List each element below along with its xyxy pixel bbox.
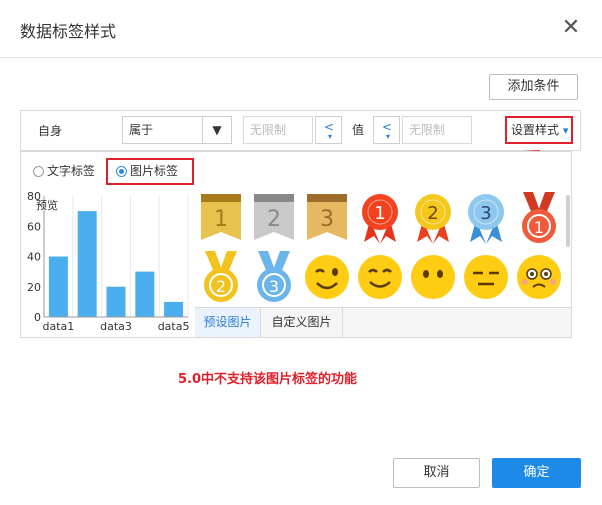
preview-chart: 020406080data1 data3 data5预览 [27,190,190,333]
wink-face-icon[interactable] [301,249,353,305]
red-medal-1-icon[interactable]: 1 [513,190,565,246]
image-label-option[interactable]: 图片标签 [130,163,178,179]
svg-text:3: 3 [320,207,334,232]
preset-image-grid: 1 2 3 1 2 3 1 2 3 [195,190,571,306]
bar-data4 [135,271,155,317]
blue-rosette-3-icon[interactable]: 3 [460,190,512,246]
preview-label: 预览 [36,198,58,212]
confirm-button[interactable]: 确定 [492,458,581,488]
bar-data2 [77,211,97,317]
svg-text:2: 2 [216,277,226,296]
bronze-ribbon-3-icon[interactable]: 3 [301,190,353,246]
scrollbar[interactable] [566,195,570,247]
y-tick-label: 60 [27,220,41,233]
dialog-title: 数据标签样式 [20,22,117,41]
set-style-label: 设置样式 [511,123,560,137]
neutral-face-icon[interactable] [407,249,459,305]
red-rosette-1-icon[interactable]: 1 [354,190,406,246]
text-label-option[interactable]: 文字标签 [47,163,95,179]
svg-text:3: 3 [269,277,279,296]
svg-text:3: 3 [480,203,491,224]
y-tick-label: 20 [27,281,41,294]
close-icon[interactable]: ✕ [560,17,582,39]
x-tick-label: data5 [158,320,190,333]
svg-text:1: 1 [214,207,228,232]
bar-data5 [164,301,184,317]
silver-ribbon-2-icon[interactable]: 2 [248,190,300,246]
svg-text:1: 1 [534,218,544,237]
gold-rosette-2-icon[interactable]: 2 [407,190,459,246]
worried-face-icon[interactable] [513,249,565,305]
unsupported-note: 5.0中不支持该图片标签的功能 [178,372,358,387]
svg-text:1: 1 [374,203,385,224]
svg-text:2: 2 [427,203,438,224]
blue-medal-3-icon[interactable]: 3 [248,249,300,305]
smile-face-icon[interactable] [354,249,406,305]
cancel-button[interactable]: 取消 [393,458,480,488]
radio-text-label[interactable] [33,166,44,177]
gold-ribbon-1-icon[interactable]: 1 [195,190,247,246]
value-label: 值 [352,123,365,137]
bar-data3 [106,286,126,317]
y-tick-label: 0 [34,311,41,324]
field-label: 自身 [38,124,63,138]
x-tick-label: data1 [43,320,75,333]
gold-medal-2-icon[interactable]: 2 [195,249,247,305]
tab-preset-images[interactable]: 预设图片 [195,308,261,337]
operator-value: 属于 [129,123,154,137]
caret-down-icon: ▾ [562,124,569,137]
image-source-tabs: 预设图片 自定义图片 [195,307,571,337]
radio-image-label[interactable] [116,166,127,177]
add-condition-button[interactable]: 添加条件 [489,74,578,100]
expressionless-face-icon[interactable] [460,249,512,305]
svg-text:2: 2 [267,207,281,232]
y-tick-label: 40 [27,251,41,264]
tab-custom-images[interactable]: 自定义图片 [261,308,343,337]
x-tick-label: data3 [100,320,132,333]
bar-data1 [48,256,68,317]
